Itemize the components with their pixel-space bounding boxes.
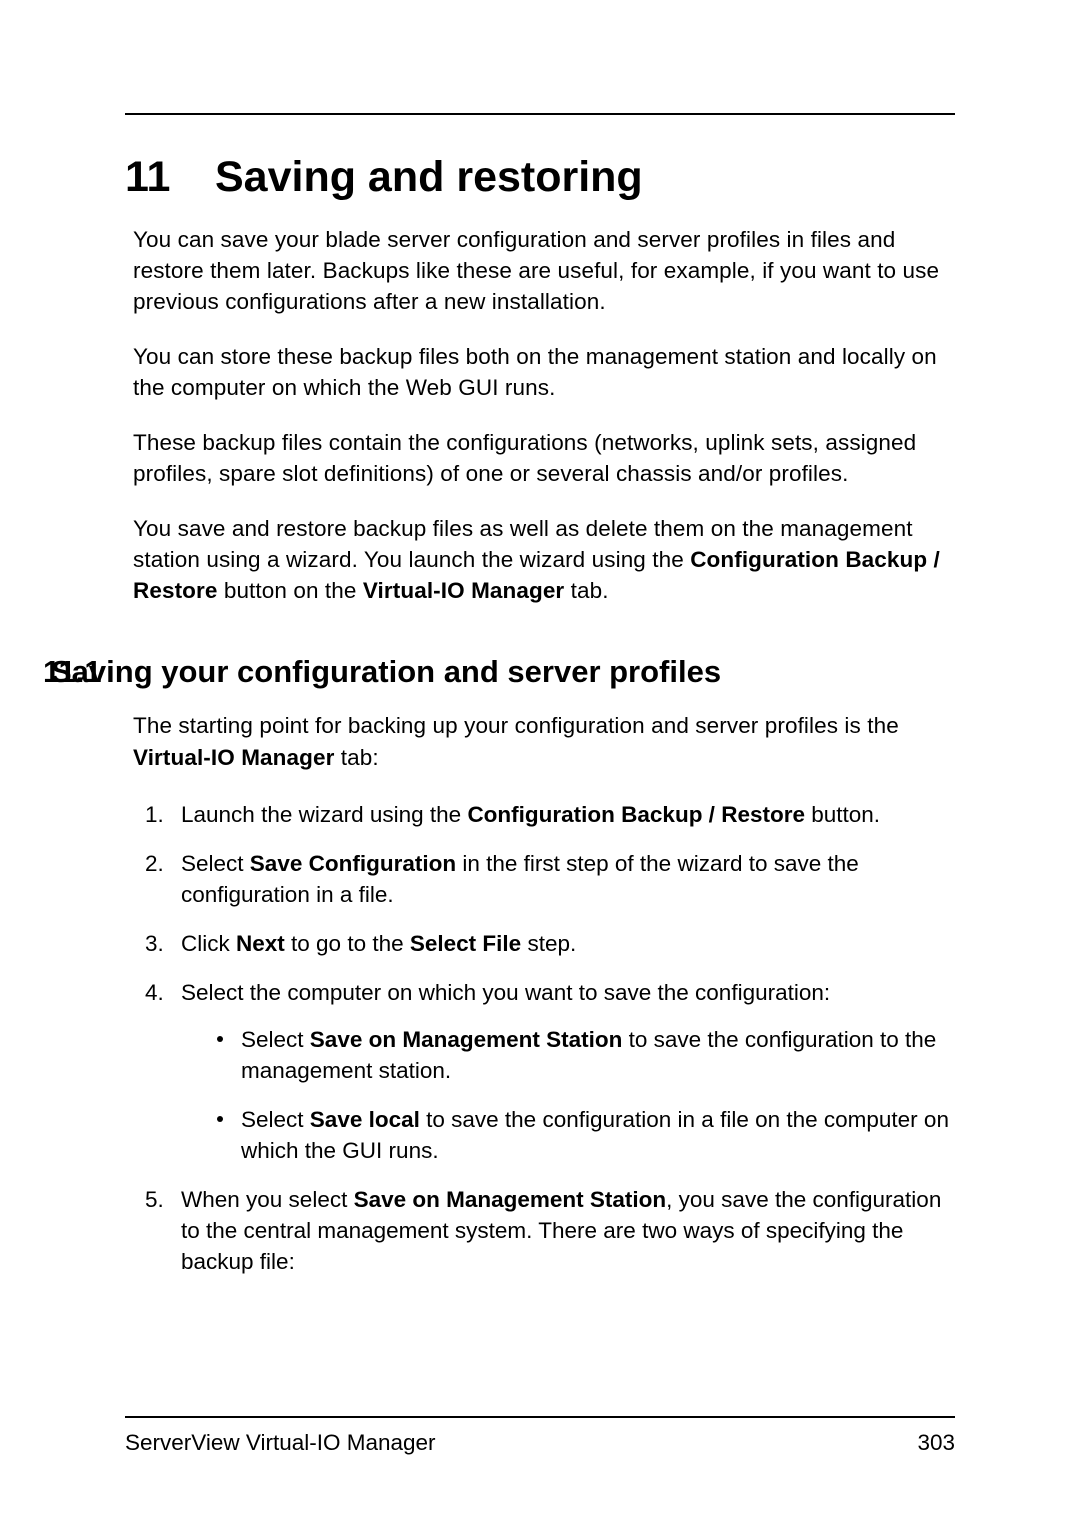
bold-text: Save on Management Station: [310, 1027, 623, 1052]
chapter-number: 11: [125, 153, 215, 202]
document-page: 11 Saving and restoring You can save you…: [0, 0, 1080, 1277]
text-run: Select: [241, 1027, 310, 1052]
header-divider: [125, 113, 955, 115]
chapter-heading: 11 Saving and restoring: [125, 153, 955, 202]
bold-text: Configuration Backup / Restore: [467, 802, 805, 827]
section-title: Saving your configuration and server pro…: [51, 654, 721, 690]
paragraph: You can store these backup files both on…: [133, 341, 955, 403]
footer-left: ServerView Virtual-IO Manager: [125, 1430, 436, 1456]
footer-divider: [125, 1416, 955, 1418]
paragraph: You can save your blade server configura…: [133, 224, 955, 317]
text-run: button.: [805, 802, 880, 827]
bold-text: Save on Management Station: [354, 1187, 667, 1212]
bold-text: Next: [236, 931, 285, 956]
bold-text: Select File: [410, 931, 521, 956]
text-run: Select: [241, 1107, 310, 1132]
text-run: When you select: [181, 1187, 354, 1212]
step-item: Select the computer on which you want to…: [145, 977, 955, 1166]
page-footer: ServerView Virtual-IO Manager 303: [125, 1416, 955, 1456]
paragraph: These backup files contain the configura…: [133, 427, 955, 489]
body-content: You can save your blade server configura…: [125, 224, 955, 1277]
bold-text: Virtual-IO Manager: [363, 578, 564, 603]
bullet-item: Select Save on Management Station to sav…: [211, 1024, 955, 1086]
footer-row: ServerView Virtual-IO Manager 303: [125, 1430, 955, 1456]
paragraph: The starting point for backing up your c…: [133, 710, 955, 772]
text-run: Select the computer on which you want to…: [181, 980, 830, 1005]
text-run: Select: [181, 851, 250, 876]
bold-text: Save Configuration: [250, 851, 456, 876]
text-run: to go to the: [285, 931, 410, 956]
ordered-steps: Launch the wizard using the Configuratio…: [145, 799, 955, 1278]
bullet-item: Select Save local to save the configurat…: [211, 1104, 955, 1166]
text-run: Launch the wizard using the: [181, 802, 467, 827]
step-item: Launch the wizard using the Configuratio…: [145, 799, 955, 830]
text-run: The starting point for backing up your c…: [133, 713, 899, 738]
bold-text: Virtual-IO Manager: [133, 745, 334, 770]
step-item: When you select Save on Management Stati…: [145, 1184, 955, 1277]
page-number: 303: [917, 1430, 955, 1456]
step-item: Select Save Configuration in the first s…: [145, 848, 955, 910]
chapter-title: Saving and restoring: [215, 153, 643, 202]
text-run: tab:: [334, 745, 378, 770]
section-number: 11.1: [0, 654, 51, 690]
section-heading: 11.1 Saving your configuration and serve…: [125, 654, 955, 690]
text-run: button on the: [217, 578, 362, 603]
text-run: Click: [181, 931, 236, 956]
paragraph: You save and restore backup files as wel…: [133, 513, 955, 606]
text-run: step.: [521, 931, 576, 956]
step-item: Click Next to go to the Select File step…: [145, 928, 955, 959]
bullet-list: Select Save on Management Station to sav…: [211, 1024, 955, 1166]
text-run: tab.: [564, 578, 608, 603]
bold-text: Save local: [310, 1107, 420, 1132]
